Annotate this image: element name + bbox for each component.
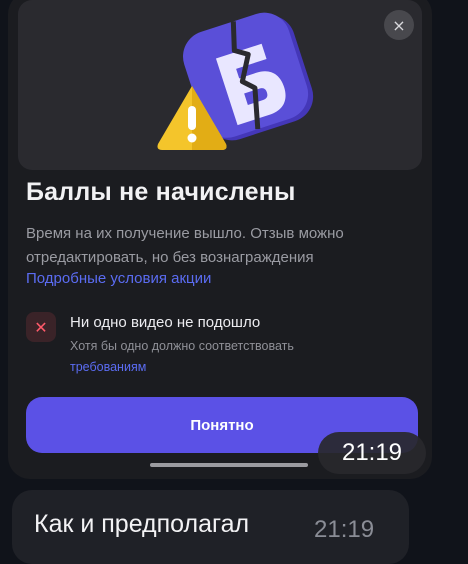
image-timestamp: 21:19 xyxy=(318,432,426,474)
failed-requirement-title: Ни одно видео не подошло xyxy=(70,314,261,331)
dialog-description: Время на их получение вышло. Отзыв можно… xyxy=(26,225,344,266)
terms-link[interactable]: Подробные условия акции xyxy=(26,270,211,287)
chat-message[interactable]: Как и предполагал 21:19 xyxy=(12,490,409,564)
close-icon: × xyxy=(392,15,406,35)
message-text: Как и предполагал xyxy=(34,510,250,538)
hero-illustration xyxy=(18,0,422,170)
failed-requirement: ✕ Ни одно видео не подошло Хотя бы одно … xyxy=(26,312,416,374)
failed-requirement-subtitle: Хотя бы одно должно соответствовать треб… xyxy=(70,339,294,374)
home-indicator xyxy=(150,463,308,467)
error-x-icon: ✕ xyxy=(26,312,56,342)
rewards-dialog: × Баллы не начислены Время на их получен… xyxy=(8,0,432,479)
requirements-link[interactable]: требованиям xyxy=(70,360,146,374)
close-button[interactable]: × xyxy=(384,10,414,40)
dialog-title: Баллы не начислены xyxy=(26,178,296,206)
warning-icon xyxy=(157,86,227,150)
message-timestamp: 21:19 xyxy=(314,516,375,543)
